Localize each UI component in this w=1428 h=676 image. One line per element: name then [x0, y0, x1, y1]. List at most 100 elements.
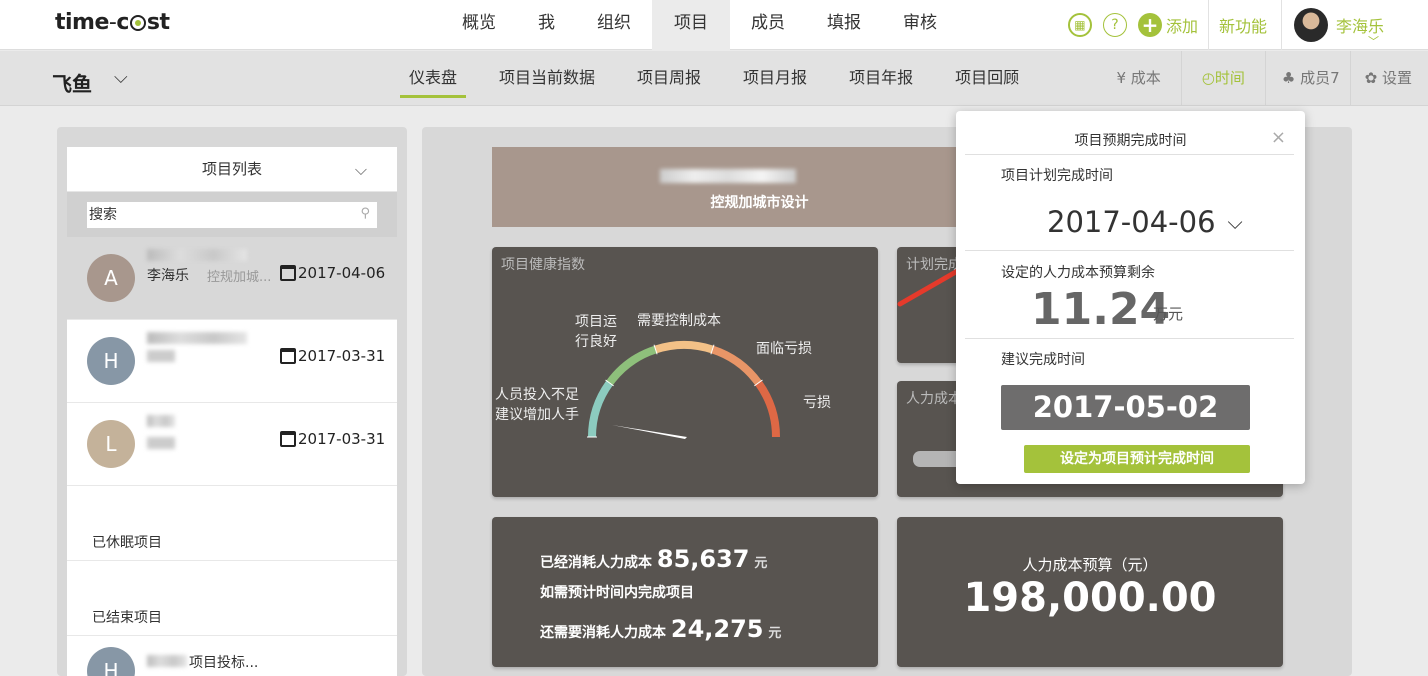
redacted-banner-text: [660, 169, 796, 183]
gauge-label-line: 项目运: [575, 314, 617, 330]
divider: [965, 338, 1294, 339]
close-icon[interactable]: ×: [1271, 127, 1286, 148]
help-icon[interactable]: ?: [1102, 13, 1127, 37]
project-row[interactable]: H 2017-03-31: [67, 320, 397, 403]
project-list-card: 项目列表 ⌵ ⚲ A 李海乐 控规加城... 2017-04-06 H: [67, 147, 397, 676]
project-owner: 李海乐: [147, 268, 189, 284]
search-box: ⚲: [87, 202, 377, 228]
tab-monthly[interactable]: 项目月报: [722, 51, 828, 106]
gauge-segment-control: [654, 341, 714, 354]
chevron-down-icon[interactable]: ⌵: [1228, 210, 1243, 234]
project-list-panel: 项目列表 ⌵ ⚲ A 李海乐 控规加城... 2017-04-06 H: [57, 127, 407, 676]
consumed-label: 已经消耗人力成本: [540, 555, 652, 571]
labor-cost-title: 人力成本: [906, 391, 962, 407]
ended-projects-title[interactable]: 已结束项目: [92, 607, 162, 627]
user-avatar: [1293, 8, 1328, 42]
search-icon[interactable]: ⚲: [360, 206, 370, 221]
project-desc: 项目投标...: [189, 655, 259, 671]
app-logo[interactable]: time-c st: [55, 10, 170, 35]
suggest-date-value: 2017-05-02: [1001, 385, 1250, 430]
dormant-projects-title[interactable]: 已休眠项目: [92, 532, 162, 552]
settings-button[interactable]: ✿ 设置: [1349, 51, 1428, 106]
chevron-down-icon[interactable]: ⌵: [355, 147, 367, 192]
cost-button[interactable]: ¥ 成本: [1096, 51, 1180, 106]
gauge-segment-good: [606, 345, 657, 386]
budget-label: 人力成本预算（元）: [1022, 556, 1158, 574]
main-nav: 概览 我 组织 项目 成员 填报 审核: [441, 0, 958, 50]
set-expected-date-button[interactable]: 设定为项目预计完成时间: [1024, 445, 1250, 473]
add-icon[interactable]: +: [1137, 13, 1162, 37]
budget-card: 人力成本预算（元） 198,000.00: [897, 517, 1283, 667]
project-list-title: 项目列表: [201, 160, 262, 178]
nav-overview[interactable]: 概览: [441, 0, 517, 50]
popup-title: 项目预期完成时间: [1074, 133, 1187, 149]
project-row[interactable]: L 2017-03-31: [67, 403, 397, 486]
calendar-icon: [280, 431, 296, 447]
project-list-header[interactable]: 项目列表 ⌵: [67, 147, 397, 192]
project-date-text: 2017-03-31: [298, 347, 386, 365]
gauge-needle: [612, 425, 687, 439]
logo-text-mid: c: [116, 10, 129, 35]
still-need-label: 还需要消耗人力成本: [540, 625, 666, 641]
members-button[interactable]: ♣ 成员7: [1264, 51, 1350, 106]
logo-text-right: st: [146, 10, 170, 35]
gauge-arcs: [587, 341, 780, 438]
calculator-icon[interactable]: ▦: [1067, 13, 1092, 37]
project-date-text: 2017-03-31: [298, 430, 386, 448]
search-input[interactable]: [87, 202, 377, 228]
nav-report[interactable]: 填报: [806, 0, 882, 50]
project-avatar: L: [87, 420, 135, 468]
gauge-label-control: 需要控制成本: [637, 313, 721, 329]
chevron-down-icon[interactable]: ⌵: [114, 67, 128, 88]
tab-current-data[interactable]: 项目当前数据: [478, 51, 616, 106]
project-date-text: 2017-04-06: [298, 264, 386, 282]
divider: [965, 250, 1294, 251]
gauge-segment-insufficient: [588, 380, 613, 438]
gauge-label-loss: 亏损: [803, 395, 831, 411]
plan-date-select[interactable]: 2017-04-06 ⌵: [1047, 205, 1243, 239]
redacted-owner: [147, 350, 175, 362]
top-right-tools: ▦ ? + 添加 新功能 李海乐 ﹀: [1067, 0, 1428, 50]
expected-finish-popup: 项目预期完成时间 × 项目计划完成时间 2017-04-06 ⌵ 设定的人力成本…: [956, 111, 1305, 484]
plan-finish-note: 如需预计时间内完成项目: [540, 585, 694, 601]
tab-yearly[interactable]: 项目年报: [828, 51, 934, 106]
consumed-line: 已经消耗人力成本 85,637 元: [540, 545, 767, 573]
new-feature-link[interactable]: 新功能: [1219, 13, 1267, 37]
remain-budget-label: 设定的人力成本预算剩余: [1001, 265, 1155, 281]
logo-eye-icon: [129, 15, 146, 31]
tab-dashboard[interactable]: 仪表盘: [388, 51, 478, 106]
project-subnav: 飞鱼 ⌵ 仪表盘 项目当前数据 项目周报 项目月报 项目年报 项目回顾 ¥ 成本…: [0, 51, 1428, 106]
project-switcher-name[interactable]: 飞鱼: [52, 68, 92, 97]
gauge-label-line: 建议增加人手: [495, 407, 579, 423]
project-desc: 控规加城...: [207, 270, 272, 285]
time-button[interactable]: ◴时间: [1180, 51, 1265, 106]
calendar-icon: [280, 348, 296, 364]
project-right-tools: ¥ 成本 ◴时间 ♣ 成员7 ✿ 设置: [1096, 51, 1428, 106]
add-link[interactable]: 添加: [1166, 13, 1198, 37]
budget-value: 198,000.00: [963, 575, 1217, 621]
suggest-date-label: 建议完成时间: [1001, 352, 1085, 368]
unit: 元: [768, 626, 782, 641]
gauge-segment-facing-loss: [711, 345, 762, 386]
search-area: ⚲: [67, 192, 397, 237]
nav-me[interactable]: 我: [517, 0, 576, 50]
remain-budget-unit: 万元: [1153, 305, 1184, 323]
project-date: 2017-03-31: [280, 347, 385, 365]
nav-review[interactable]: 审核: [882, 0, 958, 50]
nav-projects[interactable]: 项目: [652, 0, 730, 50]
gauge-label-insufficient: 人员投入不足 建议增加人手: [492, 385, 582, 425]
divider: [67, 560, 397, 561]
consumed-value: 85,637: [656, 545, 750, 573]
banner-title: 控规加城市设计: [710, 195, 809, 211]
gauge-label-good: 项目运 行良好: [572, 312, 620, 352]
nav-members[interactable]: 成员: [730, 0, 806, 50]
still-need-value: 24,275: [670, 615, 764, 643]
project-row[interactable]: A 李海乐 控规加城... 2017-04-06: [67, 237, 397, 320]
plan-date-value: 2017-04-06: [1047, 205, 1216, 239]
tab-review[interactable]: 项目回顾: [934, 51, 1040, 106]
redacted-project-name: [147, 655, 187, 667]
calendar-icon: [280, 265, 296, 281]
nav-organization[interactable]: 组织: [576, 0, 652, 50]
user-menu[interactable]: 李海乐 ﹀: [1282, 0, 1428, 50]
tab-weekly[interactable]: 项目周报: [616, 51, 722, 106]
